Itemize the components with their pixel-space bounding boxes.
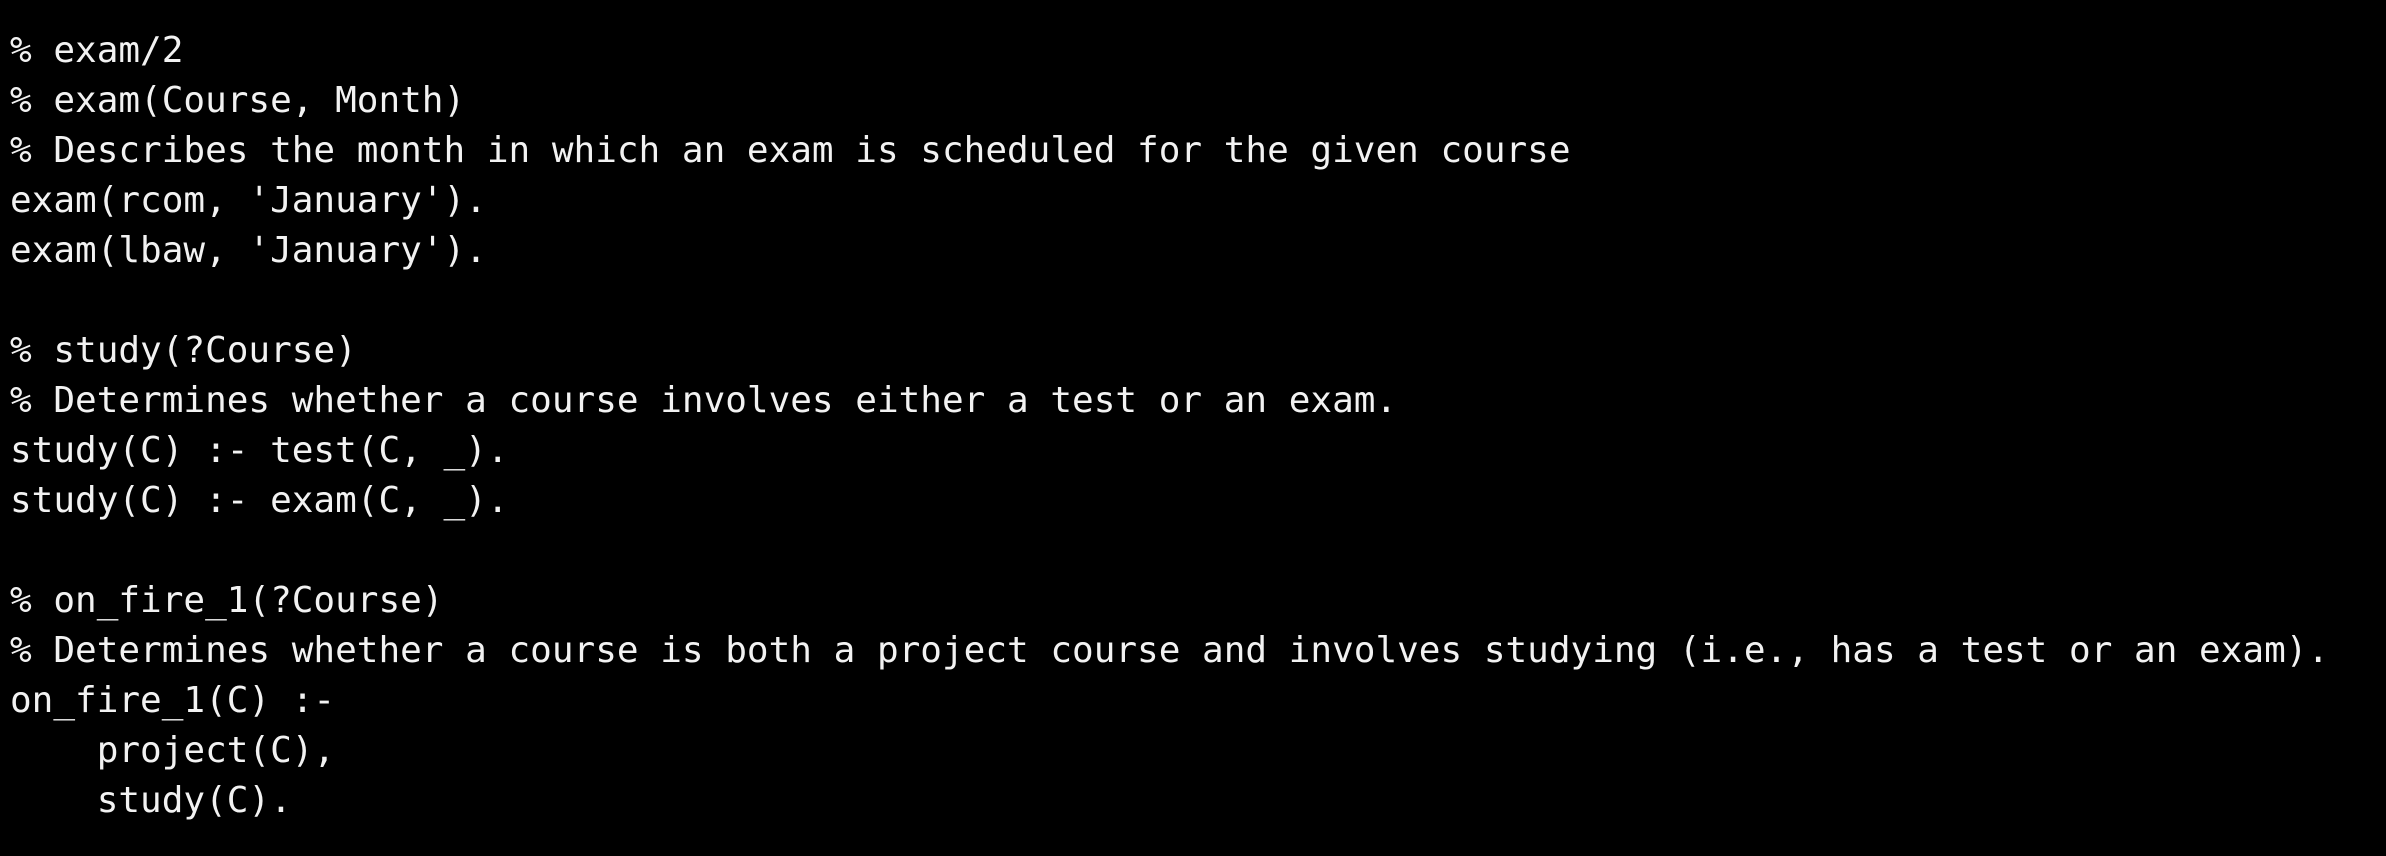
- code-line-12: % on_fire_1(?Course): [10, 580, 444, 621]
- code-line-13: % Determines whether a course is both a …: [10, 630, 2330, 671]
- code-line-8: % Determines whether a course involves e…: [10, 380, 1398, 421]
- code-line-16: study(C).: [10, 780, 292, 821]
- code-line-10: study(C) :- exam(C, _).: [10, 480, 509, 521]
- code-line-14: on_fire_1(C) :-: [10, 680, 336, 721]
- code-line-7: % study(?Course): [10, 330, 357, 371]
- code-line-9: study(C) :- test(C, _).: [10, 430, 509, 471]
- code-line-4: exam(rcom, 'January').: [10, 180, 487, 221]
- code-line-15: project(C),: [10, 730, 336, 771]
- code-line-3: % Describes the month in which an exam i…: [10, 130, 1571, 171]
- code-line-2: % exam(Course, Month): [10, 80, 466, 121]
- code-line-1: % exam/2: [10, 30, 184, 71]
- code-editor[interactable]: % exam/2 % exam(Course, Month) % Describ…: [10, 26, 2380, 826]
- code-line-5: exam(lbaw, 'January').: [10, 230, 487, 271]
